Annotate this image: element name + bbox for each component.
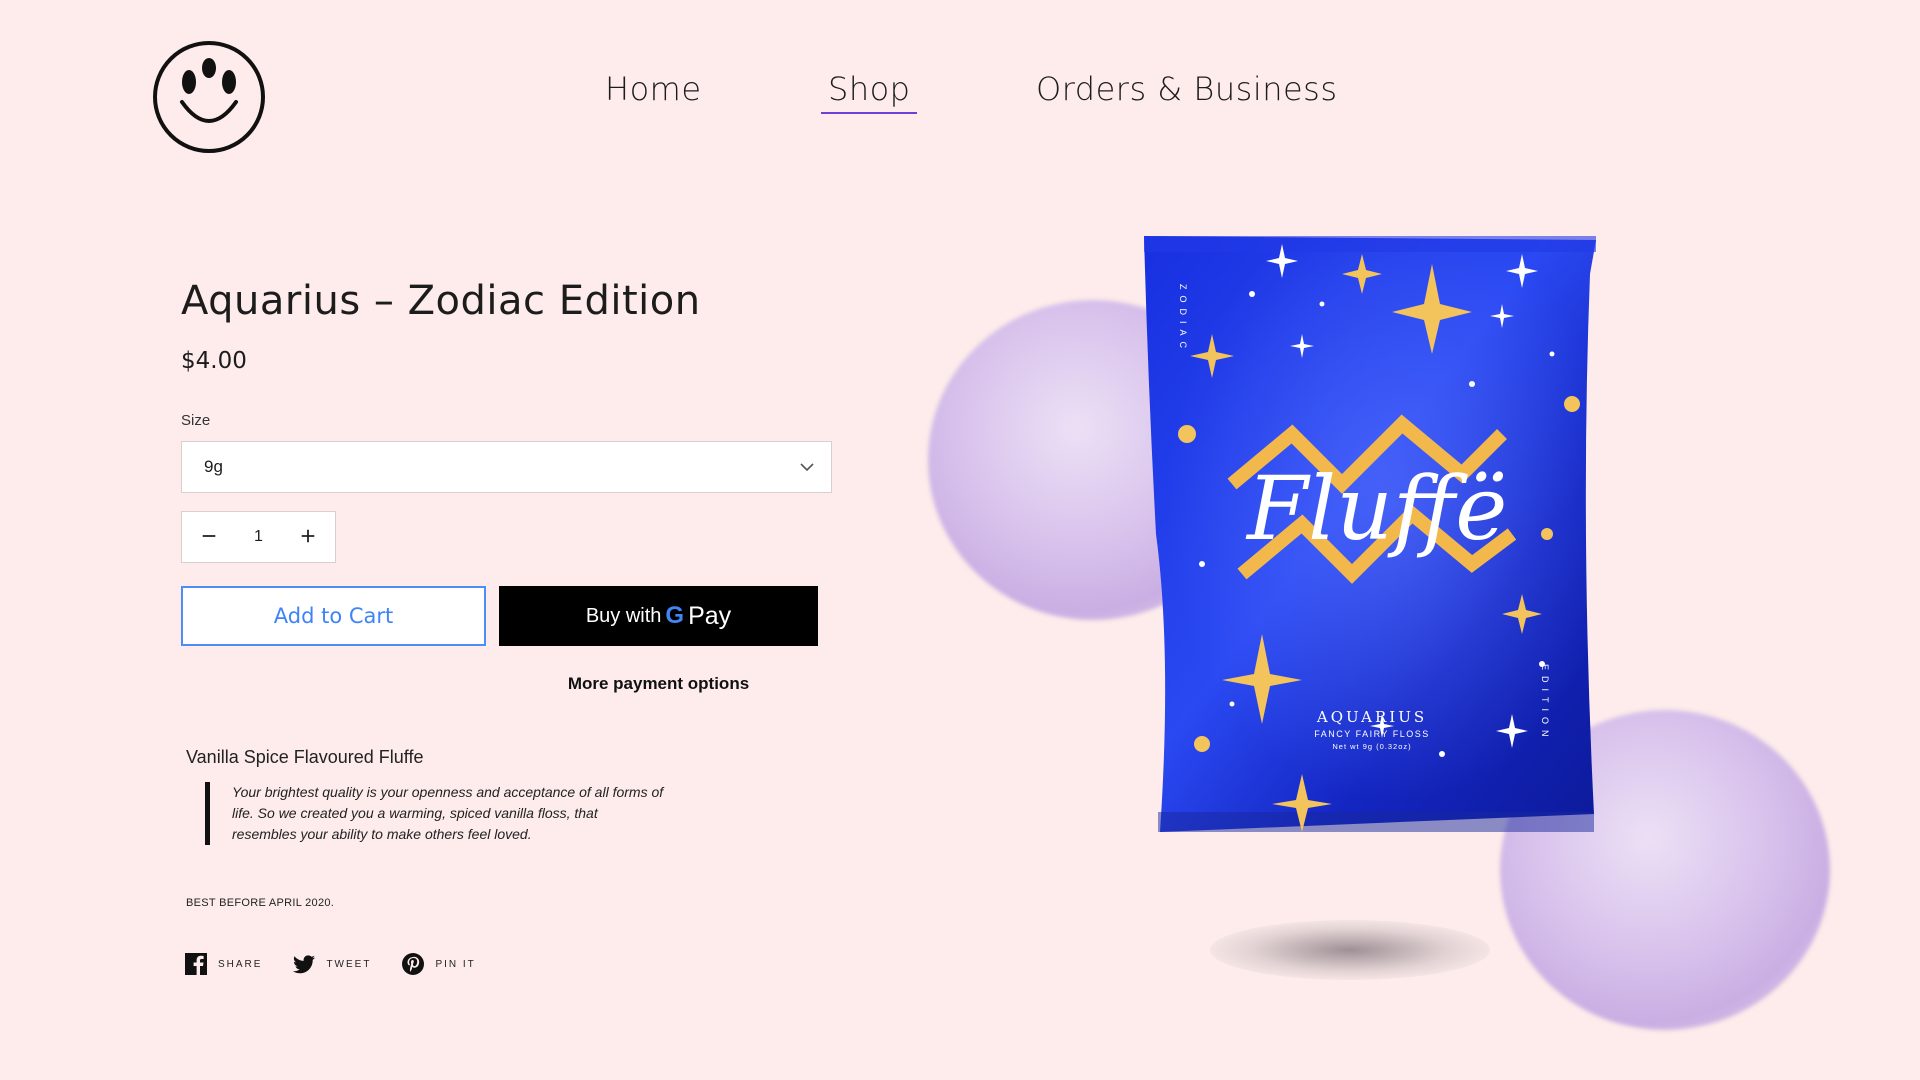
size-select-value: 9g: [204, 457, 223, 476]
description-title: Vanilla Spice Flavoured Fluffe: [186, 747, 424, 767]
size-select[interactable]: 9g: [181, 441, 832, 493]
product-image: Fluffë ZODIAC EDITION AQUARIUS FANCY FAI…: [880, 200, 1920, 1080]
share-twitter-label: TWEET: [326, 958, 372, 970]
nav-home[interactable]: Home: [605, 70, 702, 108]
bag-shadow: [1210, 920, 1490, 980]
share-pinterest-button[interactable]: PIN IT: [401, 952, 475, 976]
gpay-prefix: Buy with: [585, 604, 662, 627]
product-price: $4.00: [181, 348, 247, 374]
share-facebook-label: SHARE: [218, 958, 263, 970]
product-title: Aquarius – Zodiac Edition: [181, 278, 701, 324]
bag-subtitle: FANCY FAIRY FLOSS: [1314, 729, 1430, 739]
increase-quantity-button[interactable]: [295, 524, 321, 550]
more-payment-options-link[interactable]: More payment options: [499, 674, 818, 694]
google-g-icon: G: [665, 602, 685, 629]
description-quote: Your brightest quality is your openness …: [205, 782, 665, 845]
facebook-icon: [185, 953, 207, 975]
bag-weight: Net wt 9g (0.32oz): [1332, 742, 1411, 751]
nav-shop[interactable]: Shop: [820, 70, 919, 114]
twitter-icon: [293, 955, 316, 974]
quantity-value[interactable]: 1: [254, 528, 263, 546]
fluffe-bag-image: Fluffë ZODIAC EDITION AQUARIUS FANCY FAI…: [1144, 236, 1596, 832]
nav-orders-business[interactable]: Orders & Business: [1036, 70, 1338, 108]
page: Home Shop Orders & Business Aquarius – Z…: [0, 0, 1920, 1080]
smiley-logo-icon[interactable]: [152, 40, 266, 154]
add-to-cart-button[interactable]: Add to Cart: [181, 586, 486, 646]
gpay-pay-label: Pay: [688, 601, 732, 630]
chevron-down-icon: [800, 463, 814, 472]
plus-icon: [301, 529, 315, 543]
share-pinterest-label: PIN IT: [435, 958, 476, 970]
share-twitter-button[interactable]: TWEET: [292, 952, 371, 976]
bag-side-left: ZODIAC: [1178, 284, 1188, 354]
bag-brand: Fluffë: [1245, 457, 1507, 560]
share-row: SHARE TWEET PIN IT: [184, 952, 506, 976]
bag-side-right: EDITION: [1540, 664, 1550, 743]
quantity-stepper: 1: [181, 511, 336, 563]
decrease-quantity-button[interactable]: [196, 524, 222, 550]
bag-name: AQUARIUS: [1316, 708, 1427, 726]
share-facebook-button[interactable]: SHARE: [184, 952, 262, 976]
buy-with-gpay-button[interactable]: Buy with G Pay: [499, 586, 818, 646]
pinterest-icon: [402, 953, 425, 975]
best-before-text: BEST BEFORE APRIL 2020.: [186, 897, 335, 909]
size-label: Size: [181, 412, 211, 429]
minus-icon: [202, 535, 216, 537]
